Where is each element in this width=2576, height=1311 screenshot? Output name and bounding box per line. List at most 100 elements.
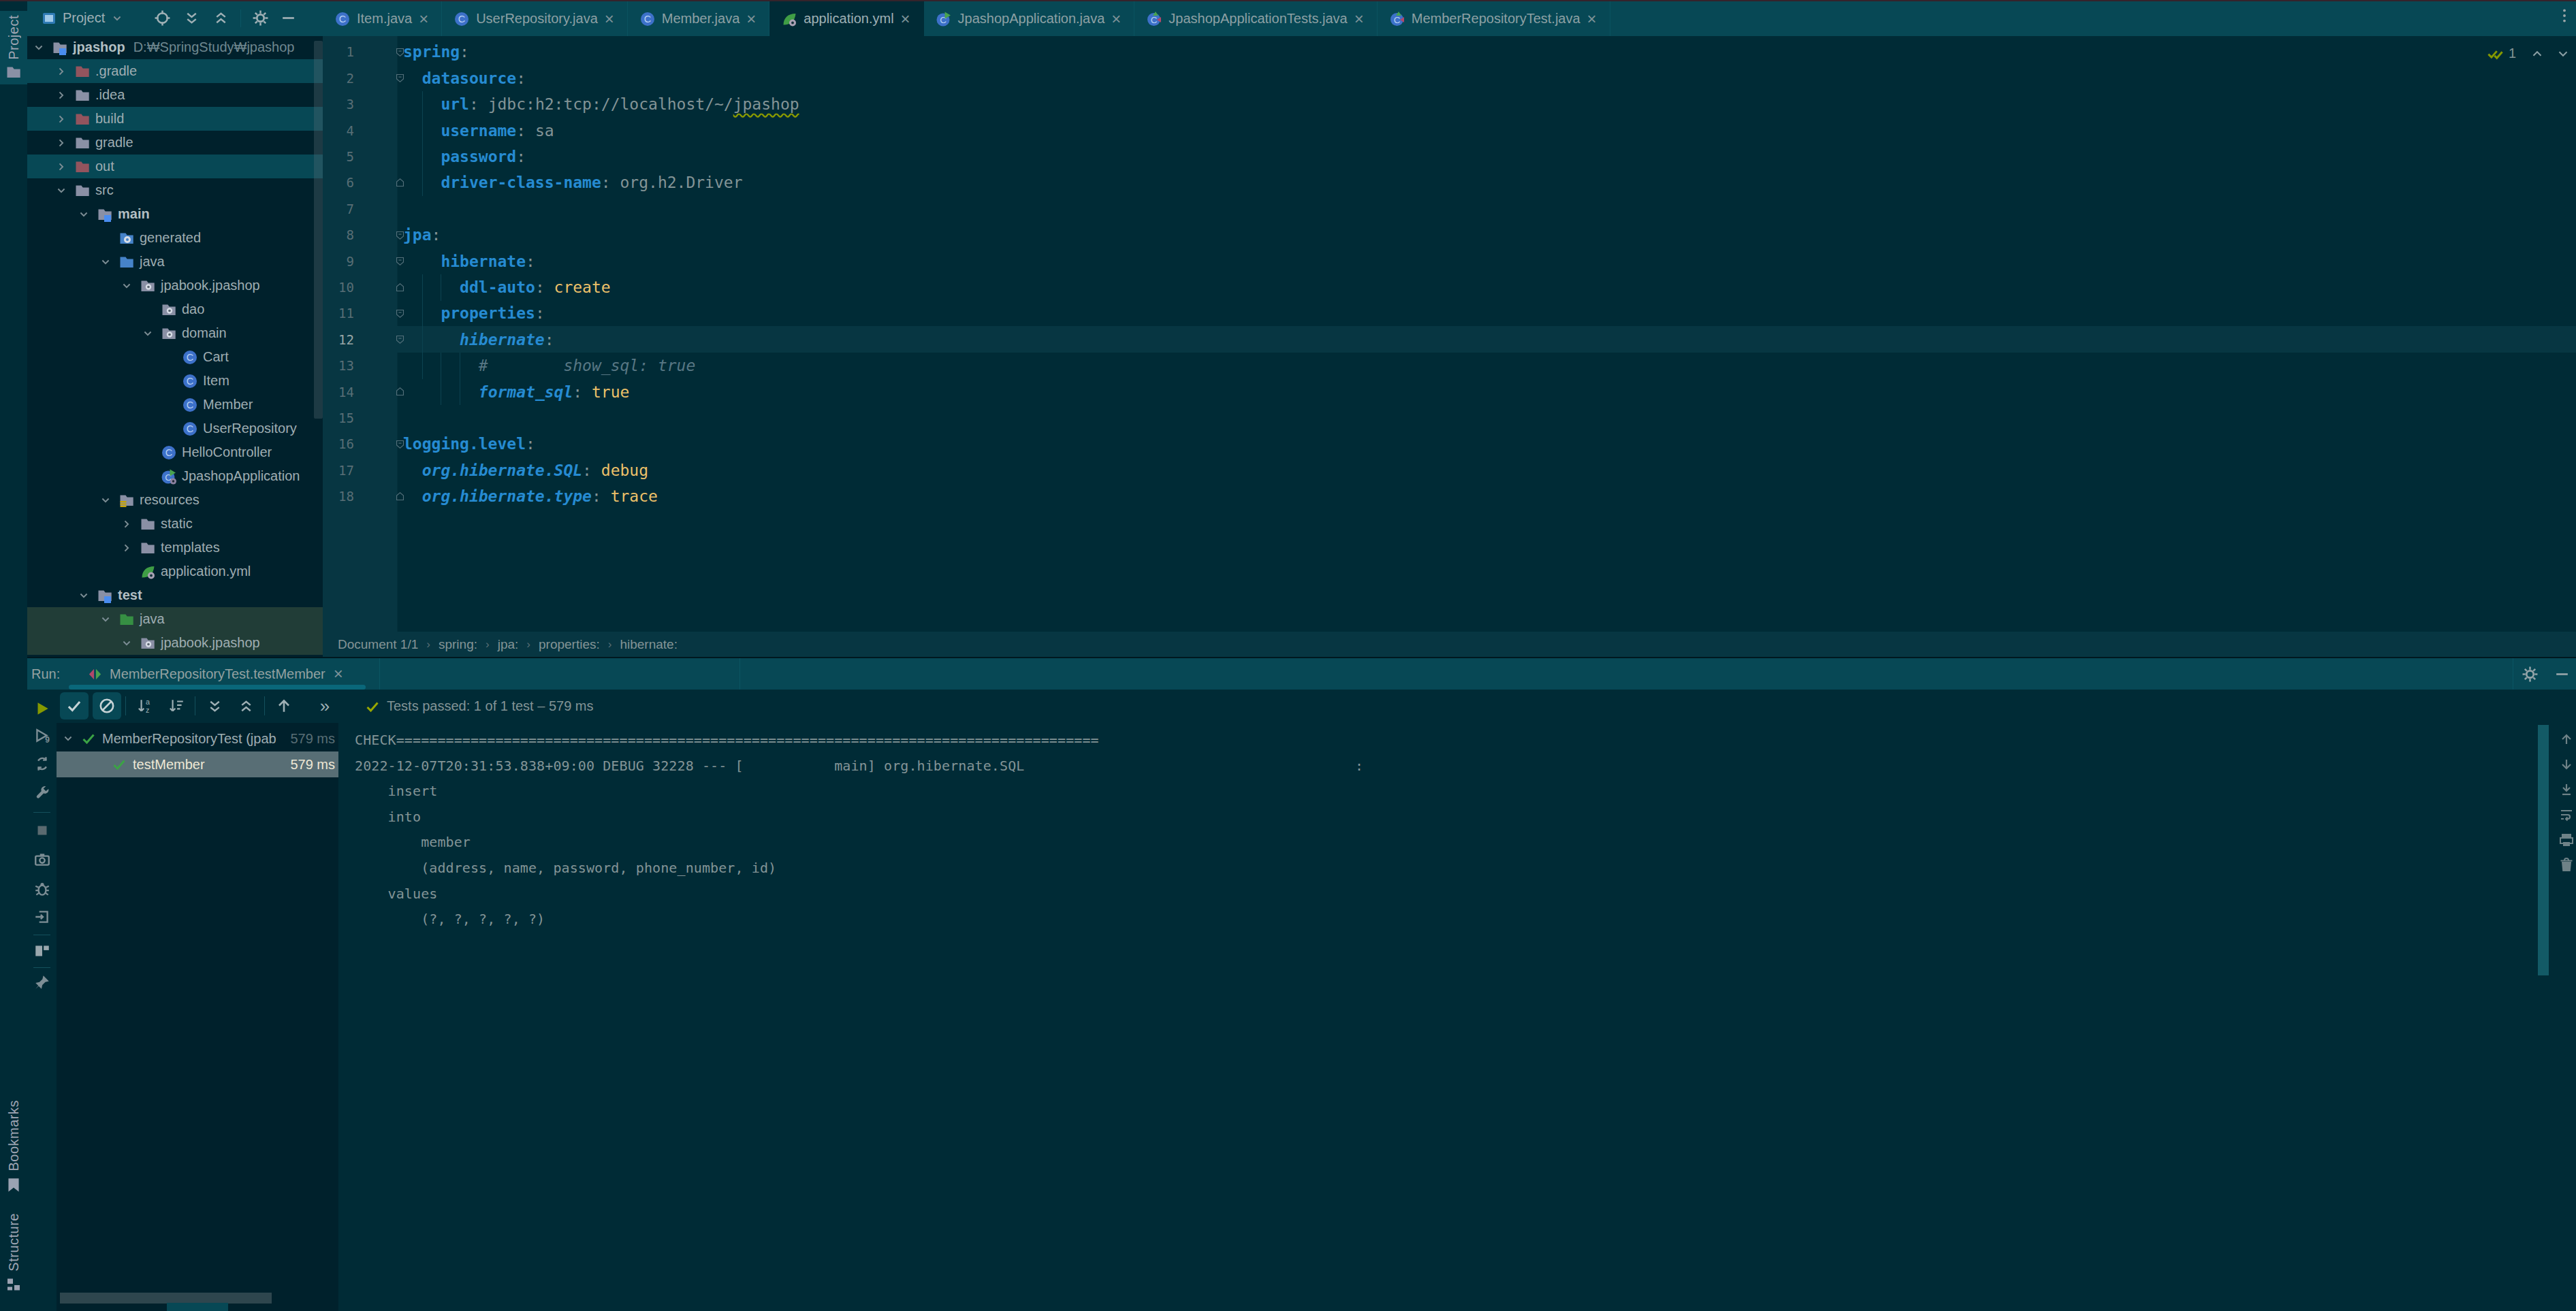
tree-item-static[interactable]: static	[27, 512, 323, 536]
fold-marker-start[interactable]	[393, 248, 407, 274]
locate-file-icon[interactable]	[154, 10, 171, 27]
tree-item-member[interactable]: CMember	[27, 393, 323, 417]
tree-chevron[interactable]	[61, 732, 75, 745]
test-node-memberrepositorytest-jpab[interactable]: MemberRepositoryTest (jpab579 ms	[57, 726, 338, 751]
scroll-to-end-icon[interactable]	[2558, 781, 2575, 798]
tree-chevron[interactable]	[77, 589, 91, 602]
show-ignored[interactable]	[93, 692, 121, 719]
console-scrollbar[interactable]	[2538, 725, 2549, 975]
tab-close[interactable]: ×	[901, 11, 910, 27]
tree-item-application-yml[interactable]: application.yml	[27, 560, 323, 583]
navigate-previous[interactable]	[270, 692, 298, 719]
tree-chevron[interactable]	[54, 184, 68, 197]
run-console[interactable]: CHECK===================================…	[338, 723, 2576, 1311]
tree-item-jpashop[interactable]: jpashopD:₩SpringStudy₩jpashop	[27, 35, 323, 59]
attach-debugger[interactable]	[33, 879, 52, 899]
tree-chevron[interactable]	[54, 112, 68, 126]
editor-tab-jpashopapplicationtests-java[interactable]: CJpashopApplicationTests.java×	[1134, 1, 1377, 36]
print-icon[interactable]	[2558, 832, 2575, 848]
tree-item-test[interactable]: test	[27, 583, 323, 607]
tree-item-generated[interactable]: generated	[27, 226, 323, 250]
clear-all-icon[interactable]	[2558, 857, 2575, 873]
fold-marker-end[interactable]	[393, 169, 407, 195]
rerun[interactable]	[33, 699, 52, 718]
prev-problem-icon[interactable]	[2530, 46, 2545, 61]
tree-item-jpabook-jpashop[interactable]: jpabook.jpashop	[27, 631, 323, 655]
tree-chevron[interactable]	[77, 208, 91, 221]
open-results[interactable]	[33, 907, 52, 926]
expand-all-icon[interactable]	[183, 10, 200, 27]
tree-item-java[interactable]: java	[27, 250, 323, 274]
inspections-widget[interactable]: 1	[2486, 44, 2571, 63]
collapse-all-icon[interactable]	[212, 10, 229, 27]
project-scrollbar[interactable]	[314, 41, 323, 419]
scroll-down-icon[interactable]	[2558, 756, 2575, 773]
fold-marker-end[interactable]	[393, 274, 407, 300]
editor-tab-application-yml[interactable]: application.yml×	[769, 1, 923, 36]
fold-marker-start[interactable]	[393, 300, 407, 326]
tree-item--idea[interactable]: .idea	[27, 83, 323, 107]
run-settings-icon[interactable]	[2522, 666, 2539, 683]
sort-alphabetically[interactable]: az	[131, 692, 159, 719]
tree-chevron[interactable]	[141, 327, 155, 340]
tree-chevron[interactable]	[120, 517, 133, 531]
breadcrumb-item[interactable]: properties:	[539, 637, 600, 652]
tab-close[interactable]: ×	[419, 11, 428, 27]
tree-item-main[interactable]: main	[27, 202, 323, 226]
tab-close[interactable]: ×	[1354, 11, 1364, 27]
hide-run-panel-icon[interactable]	[2554, 666, 2571, 683]
collapse-all-tests[interactable]	[232, 692, 260, 719]
tree-item-build[interactable]: build	[27, 107, 323, 131]
tree-item-jpashopapplication[interactable]: CJpashopApplication	[27, 464, 323, 488]
hide-panel-icon[interactable]	[280, 10, 297, 27]
tree-chevron[interactable]	[32, 41, 46, 54]
tree-chevron[interactable]	[120, 636, 133, 650]
stripe-button-project[interactable]: Project	[0, 11, 27, 84]
more-actions[interactable]: »	[310, 692, 338, 719]
rerun-failed-tests[interactable]: 9	[33, 726, 52, 745]
stripe-button-structure[interactable]: Structure	[0, 1213, 27, 1301]
tree-item-userrepository[interactable]: CUserRepository	[27, 417, 323, 440]
tree-item-gradle[interactable]: gradle	[27, 131, 323, 155]
tab-close[interactable]: ×	[1111, 11, 1121, 27]
show-passed[interactable]	[60, 692, 89, 719]
run-tab-close[interactable]: ×	[334, 666, 343, 682]
tree-item-src[interactable]: src	[27, 178, 323, 202]
tree-item-hellocontroller[interactable]: CHelloController	[27, 440, 323, 464]
tree-chevron[interactable]	[120, 279, 133, 293]
thread-dump[interactable]	[33, 850, 52, 869]
editor-tab-item-java[interactable]: CItem.java×	[323, 1, 442, 36]
tree-item-cart[interactable]: CCart	[27, 345, 323, 369]
project-settings-icon[interactable]	[252, 10, 269, 27]
tree-chevron[interactable]	[99, 613, 112, 626]
stop[interactable]	[33, 821, 52, 840]
test-settings[interactable]	[33, 783, 52, 803]
tree-item-domain[interactable]: domain	[27, 321, 323, 345]
tree-item-jpabook-jpashop[interactable]: jpabook.jpashop	[27, 274, 323, 297]
editor-tab-memberrepositorytest-java[interactable]: CMemberRepositoryTest.java×	[1378, 1, 1610, 36]
toggle-auto-test[interactable]	[33, 754, 52, 773]
breadcrumb-item[interactable]: spring:	[439, 637, 477, 652]
editor-tab-userrepository-java[interactable]: CUserRepository.java×	[442, 1, 628, 36]
expand-all-tests[interactable]	[200, 692, 229, 719]
tree-chevron[interactable]	[99, 493, 112, 507]
tree-item-resources[interactable]: resources	[27, 488, 323, 512]
project-view-chevron-icon[interactable]	[110, 12, 124, 25]
breadcrumb-item[interactable]: hibernate:	[620, 637, 678, 652]
tree-chevron[interactable]	[54, 136, 68, 150]
soft-wrap-icon[interactable]	[2558, 807, 2575, 823]
tree-item--gradle[interactable]: .gradle	[27, 59, 323, 83]
pin-tab[interactable]	[33, 973, 52, 992]
tree-chevron[interactable]	[54, 65, 68, 78]
editor-tab-member-java[interactable]: CMember.java×	[628, 1, 770, 36]
tree-chevron[interactable]	[99, 255, 112, 269]
tree-chevron[interactable]	[54, 160, 68, 174]
sort-by-duration[interactable]	[162, 692, 191, 719]
layout-settings[interactable]	[33, 941, 52, 960]
tree-item-java[interactable]: java	[27, 607, 323, 631]
tree-chevron[interactable]	[54, 88, 68, 102]
stripe-button-bookmarks[interactable]: Bookmarks	[0, 1100, 27, 1195]
scroll-up-icon[interactable]	[2558, 731, 2575, 747]
breadcrumb-item[interactable]: Document 1/1	[338, 637, 418, 652]
tree-item-templates[interactable]: templates	[27, 536, 323, 560]
